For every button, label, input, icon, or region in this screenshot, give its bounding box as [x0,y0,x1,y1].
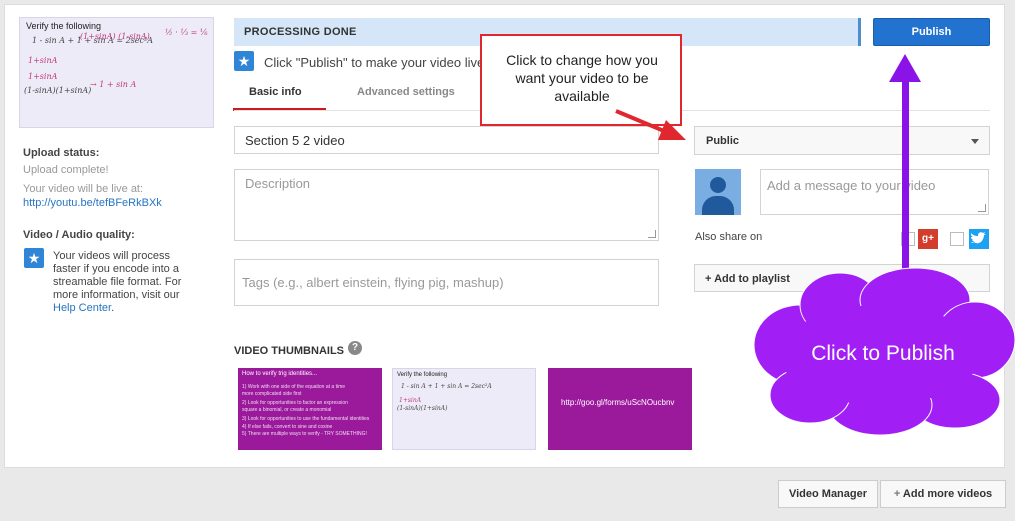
cloud-annotation-text: Click to Publish [811,342,955,365]
plus-icon: + [893,488,901,500]
privacy-select[interactable]: Public [694,126,990,155]
thumbnail-option-2[interactable]: Verify the following 1 - sin A + 1 + sin… [392,368,536,450]
help-center-link[interactable]: Help Center [53,302,111,314]
twitter-checkbox[interactable] [950,232,964,246]
google-plus-icon: g+ [918,229,938,249]
annotation-callout: Click to change how you want your video … [480,34,682,126]
tab-advanced-settings[interactable]: Advanced settings [357,86,455,98]
preview-title: Verify the following [26,21,102,31]
twitter-icon [969,229,989,249]
live-url-label: Your video will be live at: [23,183,144,195]
upload-status-value: Upload complete! [23,164,109,176]
add-to-playlist-button[interactable]: + Add to playlist [694,264,990,292]
title-input[interactable]: Section 5 2 video [234,126,659,154]
google-plus-checkbox[interactable] [901,232,915,246]
live-url-link[interactable]: http://youtu.be/tefBFeRkBXk [23,197,162,209]
avatar [695,169,741,215]
quality-info: Your videos will process faster if you e… [53,250,182,314]
upload-status-label: Upload status: [23,147,100,159]
video-preview-thumbnail: Verify the following 1 - sin A + 1 + sin… [19,17,214,128]
quality-label: Video / Audio quality: [23,229,135,241]
resize-handle[interactable] [648,230,656,238]
description-textarea[interactable]: Description [234,169,659,241]
thumbnail-option-1[interactable]: How to verify trig identities... 1) Work… [238,368,382,450]
thumbnail-option-3[interactable]: http://goo.gl/forms/uScNOucbnv [548,368,692,450]
tags-input[interactable]: Tags (e.g., albert einstein, flying pig,… [234,259,659,306]
chevron-down-icon [971,139,979,144]
star-icon: ★ [24,248,44,268]
video-thumbnails-label: VIDEO THUMBNAILS [234,345,344,357]
share-message-textarea[interactable]: Add a message to your video [760,169,989,215]
publish-button[interactable]: Publish [873,18,990,46]
resize-handle[interactable] [978,204,986,212]
video-manager-button[interactable]: Video Manager [778,480,878,508]
add-more-videos-button[interactable]: + Add more videos [880,480,1006,508]
also-share-label: Also share on [695,231,763,243]
star-icon: ★ [234,51,254,71]
processing-status-text: PROCESSING DONE [244,26,357,38]
publish-hint: Click "Publish" to make your video live. [264,55,488,70]
help-icon[interactable]: ? [348,341,362,355]
tab-basic-info[interactable]: Basic info [233,86,325,111]
